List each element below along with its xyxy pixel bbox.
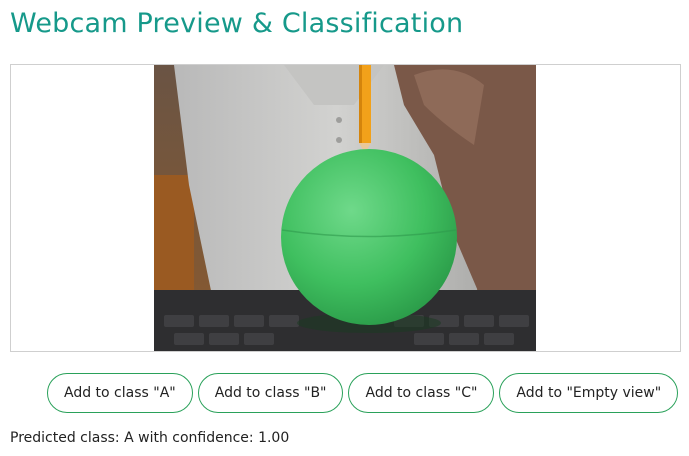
add-to-empty-view-button[interactable]: Add to "Empty view" (499, 373, 679, 413)
add-to-class-a-button[interactable]: Add to class "A" (47, 373, 193, 413)
webcam-video-icon (154, 65, 536, 351)
add-to-class-b-button[interactable]: Add to class "B" (197, 373, 344, 413)
page-title: Webcam Preview & Classification (10, 8, 464, 39)
prediction-status-text: Predicted class: A with confidence: 1.00 (10, 430, 290, 446)
add-to-class-c-button[interactable]: Add to class "C" (348, 373, 495, 413)
class-button-row: Add to class "A" Add to class "B" Add to… (47, 373, 679, 413)
webcam-preview-container (10, 64, 681, 352)
webcam-video-feed (154, 65, 536, 351)
